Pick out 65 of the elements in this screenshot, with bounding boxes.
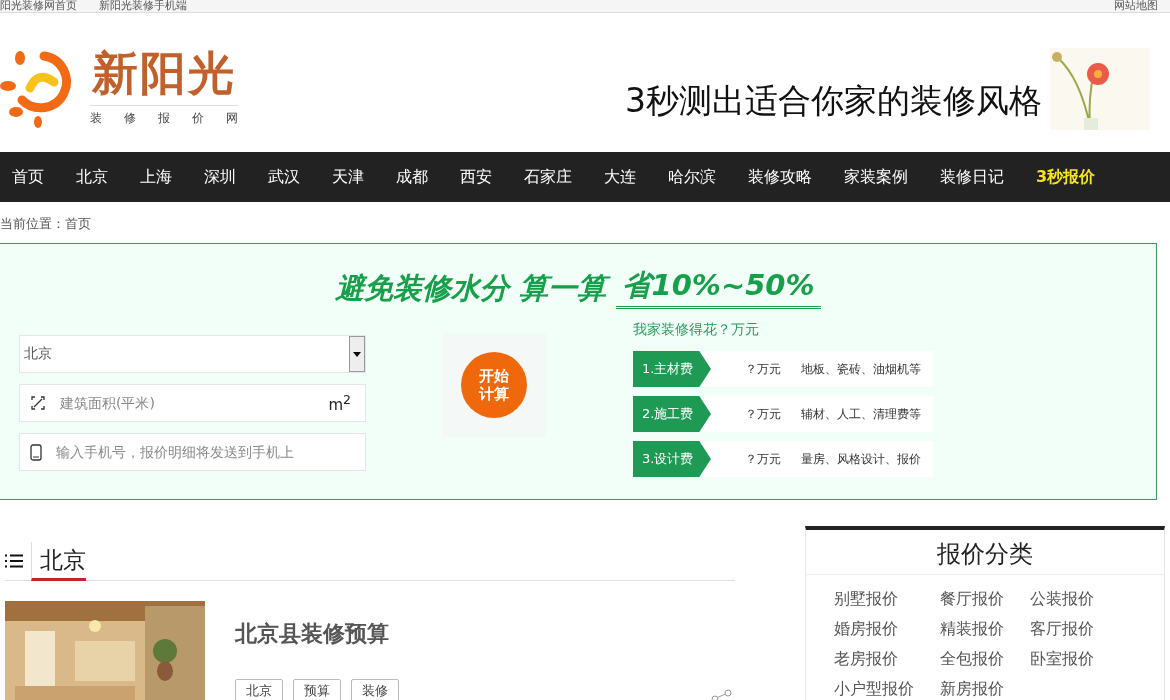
cost-label: 2.施工费 — [633, 396, 711, 432]
top-link[interactable]: 新阳光装修手机端 — [99, 0, 187, 12]
nav-link[interactable]: 深圳 — [194, 166, 246, 188]
dropdown-icon[interactable] — [349, 336, 365, 372]
category-link[interactable]: 精装报价 — [940, 619, 1004, 640]
estimate-title: 我家装修得花？万元 — [633, 321, 760, 339]
article-tag[interactable]: 装修 — [351, 679, 399, 700]
city-select[interactable]: 北京 — [19, 335, 366, 373]
panel-title: 报价分类 — [806, 530, 1164, 575]
nav-link[interactable]: 首页 — [2, 166, 54, 188]
area-field[interactable]: 建筑面积(平米) m$^{2}$ — [19, 384, 366, 422]
category-link[interactable]: 卧室报价 — [1030, 649, 1094, 670]
section-title: 北京 — [31, 542, 86, 581]
category-link[interactable]: 老房报价 — [834, 649, 914, 670]
category-link[interactable]: 客厅报价 — [1030, 619, 1094, 640]
cost-amount: ？万元 — [745, 405, 782, 423]
cost-amount: ？万元 — [745, 360, 782, 378]
banner-slogan: 3秒测出适合你家的装修风格 — [625, 79, 1042, 122]
nav-link[interactable]: 北京 — [66, 166, 118, 188]
cost-detail: 辅材、人工、清理费等 — [801, 405, 921, 423]
phone-field[interactable]: 输入手机号，报价明细将发送到手机上 — [19, 433, 366, 471]
area-icon — [30, 395, 46, 411]
nav-link[interactable]: 家装案例 — [834, 166, 918, 188]
article-title[interactable]: 北京县装修预算 — [235, 619, 735, 649]
category-link[interactable]: 新房报价 — [940, 679, 1004, 700]
nav-link[interactable]: 装修日记 — [930, 166, 1014, 188]
logo-tagline-char: 报 — [158, 109, 170, 127]
category-link[interactable]: 公装报价 — [1030, 589, 1094, 610]
category-link[interactable]: 婚房报价 — [834, 619, 914, 640]
cost-label: 3.设计费 — [633, 441, 711, 477]
cost-amount: ？万元 — [745, 450, 782, 468]
cost-label: 1.主材费 — [633, 351, 711, 387]
unit-label: m$^{2}$ — [328, 392, 351, 414]
nav-link[interactable]: 石家庄 — [514, 166, 582, 188]
nav-link[interactable]: 大连 — [594, 166, 646, 188]
savings-headline: 省10%~50% — [616, 266, 821, 309]
list-icon — [5, 554, 23, 568]
category-link[interactable]: 全包报价 — [940, 649, 1004, 670]
top-link[interactable]: 阳光装修网首页 — [0, 0, 77, 12]
breadcrumb: 当前位置：首页 — [0, 215, 92, 233]
nav-link[interactable]: 装修攻略 — [738, 166, 822, 188]
area-input[interactable]: 建筑面积(平米) — [58, 394, 317, 412]
nav-link[interactable]: 成都 — [386, 166, 438, 188]
article-tag[interactable]: 预算 — [293, 679, 341, 700]
logo-tagline-char: 价 — [192, 109, 204, 127]
nav-link[interactable]: 西安 — [450, 166, 502, 188]
category-link[interactable]: 别墅报价 — [834, 589, 914, 610]
logo-wordmark: 新阳光 — [92, 44, 236, 102]
phone-icon — [30, 443, 42, 461]
nav-link[interactable]: 3秒报价 — [1026, 166, 1106, 188]
nav-link[interactable]: 天津 — [322, 166, 374, 188]
cost-detail: 量房、风格设计、报价 — [801, 450, 921, 468]
nav-link[interactable]: 武汉 — [258, 166, 310, 188]
category-link[interactable]: 餐厅报价 — [940, 589, 1004, 610]
sitemap-link[interactable]: 网站地图 — [1114, 0, 1158, 12]
logo-tagline-char: 装 — [90, 109, 102, 127]
phone-input[interactable]: 输入手机号，报价明细将发送到手机上 — [54, 443, 351, 461]
article-tag[interactable]: 北京 — [235, 679, 283, 700]
logo-tagline-char: 修 — [124, 109, 136, 127]
logo-tagline-char: 网 — [226, 109, 238, 127]
category-link[interactable]: 小户型报价 — [834, 679, 914, 700]
cost-detail: 地板、瓷砖、油烟机等 — [801, 360, 921, 378]
share-icon[interactable] — [711, 689, 733, 700]
nav-link[interactable]: 上海 — [130, 166, 182, 188]
nav-link[interactable]: 哈尔滨 — [658, 166, 726, 188]
